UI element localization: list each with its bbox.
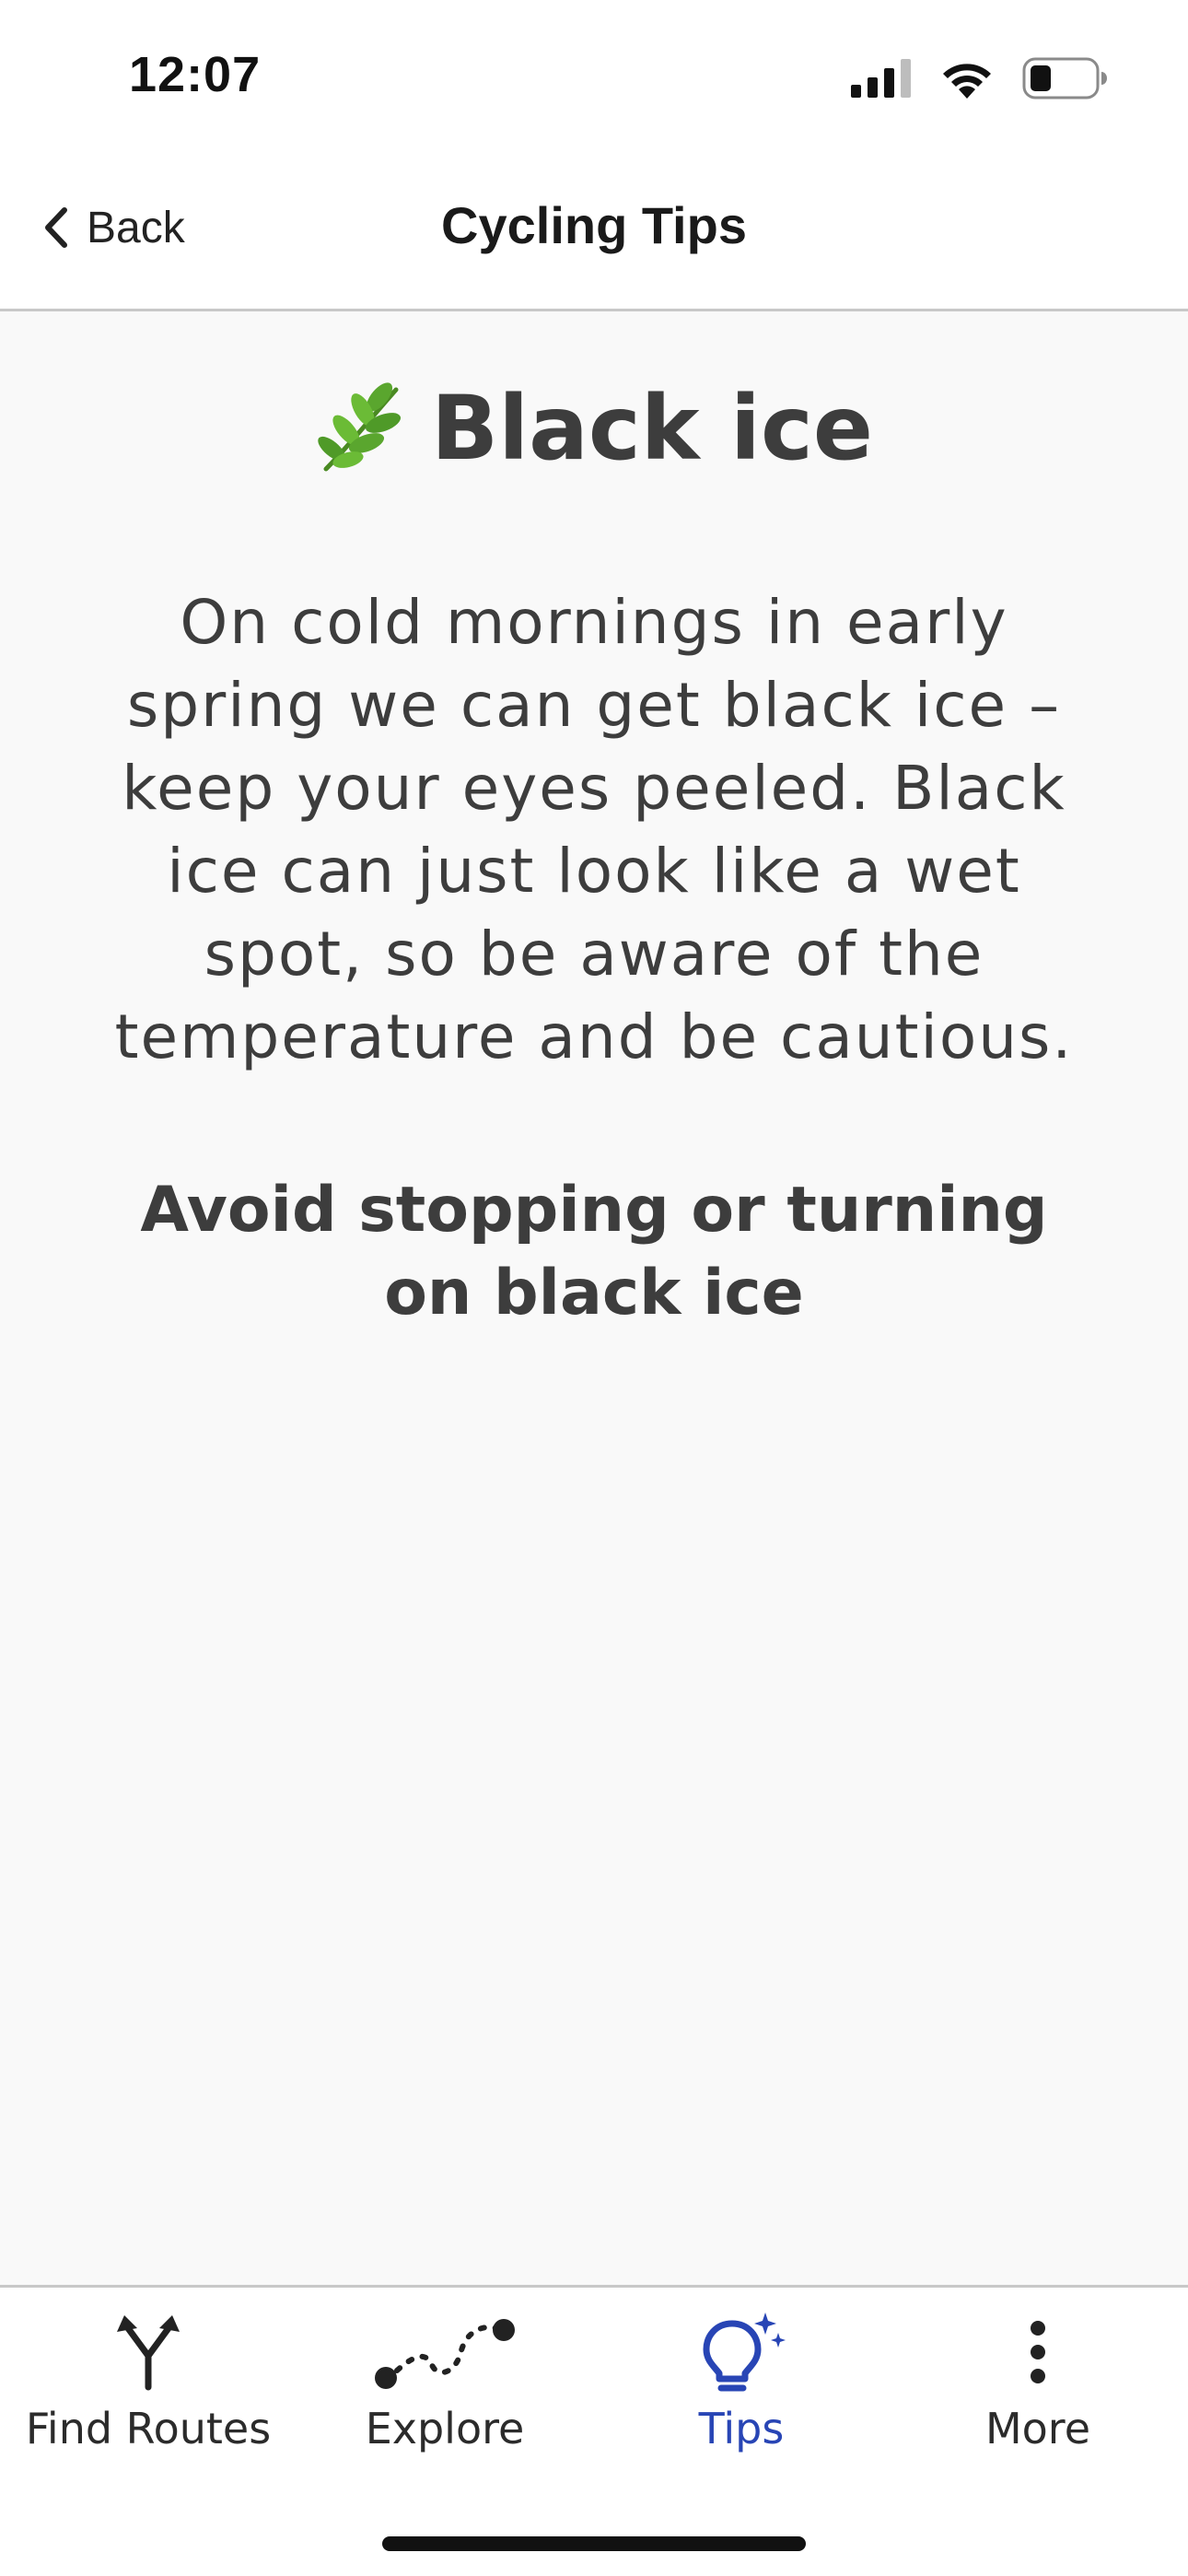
page-title: Cycling Tips [441,196,747,254]
tip-heading: Black ice [0,377,1188,480]
tab-label: Tips [698,2404,785,2453]
cellular-signal-icon [851,59,911,98]
tab-tips[interactable]: Tips [593,2288,890,2472]
tab-explore[interactable]: Explore [297,2288,593,2472]
battery-icon [1022,57,1107,100]
status-icons [851,57,1107,100]
tip-body: On cold mornings in early spring we can … [114,587,1074,1072]
tab-label: Find Routes [25,2404,272,2453]
tab-more[interactable]: More [890,2288,1186,2472]
screen: 12:07 Back Cycling Tips Black ice On col… [0,0,1188,2576]
tip-content: Black ice On cold mornings in early spri… [0,314,1188,2285]
home-indicator [382,2536,806,2551]
dotted-path-icon [375,2319,515,2389]
tip-warning: Avoid stopping or turning on black ice [140,1174,1048,1329]
tab-find-routes[interactable]: Find Routes [0,2288,297,2472]
status-time: 12:07 [129,47,262,102]
lightbulb-sparkle-icon [703,2313,786,2392]
herb-icon [318,382,402,472]
tip-title: Black ice [431,377,873,480]
route-split-icon [117,2315,180,2391]
tab-bar: Find Routes Explore Tips More [0,2285,1188,2576]
tab-label: Explore [365,2404,525,2453]
tab-label: More [984,2404,1091,2453]
header: 12:07 Back Cycling Tips [0,0,1188,311]
more-vertical-icon [1031,2321,1045,2383]
wifi-icon [943,64,991,99]
